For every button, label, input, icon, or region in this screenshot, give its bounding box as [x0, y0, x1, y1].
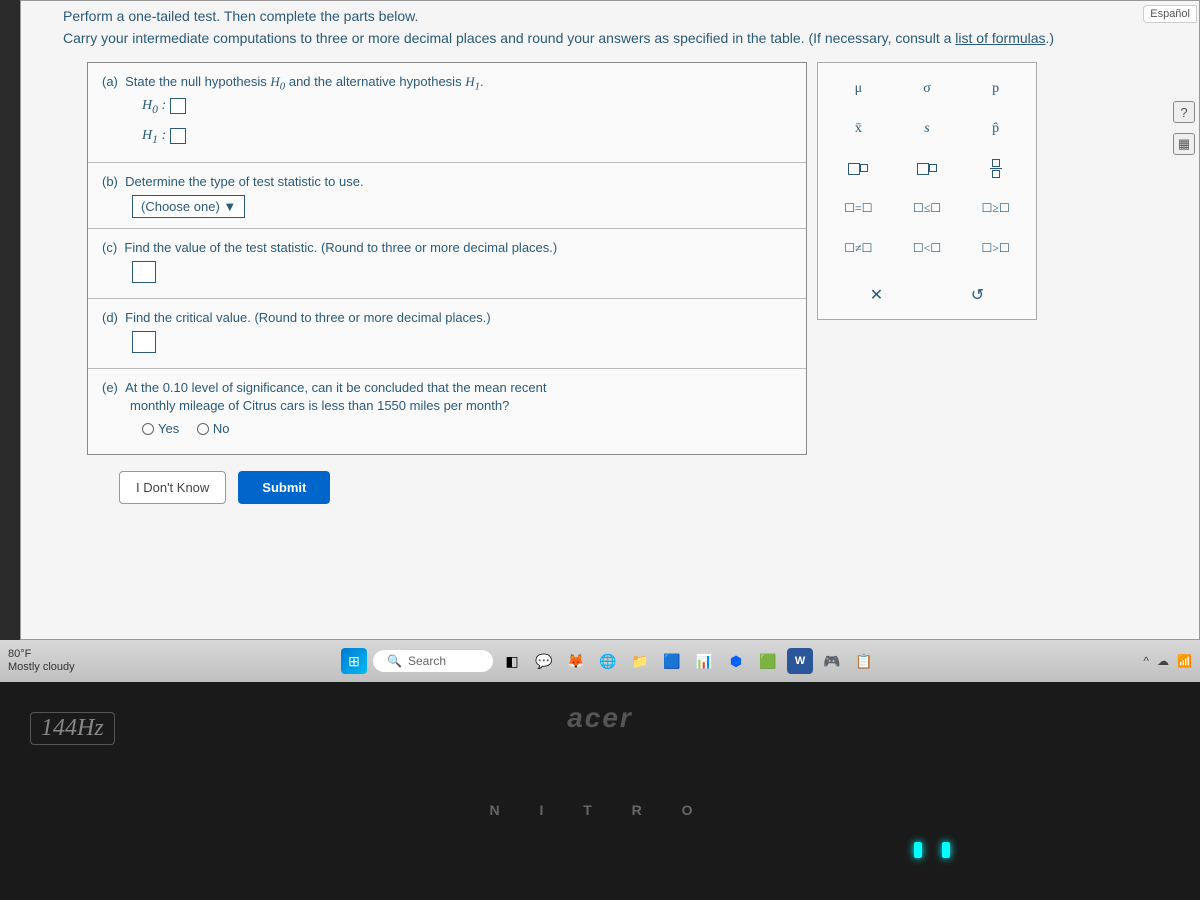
tb-edge[interactable]: 🌐 [595, 648, 621, 674]
acer-logo: acer [567, 702, 633, 734]
tb-firefox[interactable]: 🦊 [563, 648, 589, 674]
instruction-line-2: Carry your intermediate computations to … [63, 27, 1157, 49]
part-e-text1: At the 0.10 level of significance, can i… [125, 380, 546, 395]
symbol-palette: μ σ p x̄ s p̂ ☐=☐ ☐≤☐ ☐≥☐ ☐≠☐ ☐<☐ ☐>☐ [817, 62, 1037, 320]
submit-button[interactable]: Submit [238, 471, 330, 504]
instruction-text: Carry your intermediate computations to … [63, 30, 955, 46]
part-b-text: Determine the type of test statistic to … [125, 174, 363, 189]
h0-row: H0 : [102, 92, 792, 122]
help-icon[interactable]: ? [1173, 101, 1195, 123]
instructions-header: Perform a one-tailed test. Then complete… [21, 1, 1199, 62]
weather-cond: Mostly cloudy [8, 661, 75, 674]
nitro-text: N I T R O [489, 802, 710, 818]
pal-reset[interactable]: ↺ [927, 279, 1028, 311]
radio-no[interactable]: No [197, 421, 230, 436]
radio-yes[interactable]: Yes [142, 421, 179, 436]
tb-app2[interactable]: 📊 [691, 648, 717, 674]
pal-eq[interactable]: ☐=☐ [826, 191, 891, 227]
pal-subscript[interactable] [895, 151, 960, 187]
h1-row: H1 : [102, 122, 792, 152]
pal-fraction[interactable] [963, 151, 1028, 187]
side-toolbar: ? ▦ [1173, 101, 1195, 155]
pal-clear[interactable]: ✕ [826, 279, 927, 311]
tb-wifi-icon[interactable]: 📶 [1177, 654, 1192, 668]
hz-badge: 144Hz [30, 712, 115, 745]
tb-app5[interactable]: 📋 [851, 648, 877, 674]
pal-ge[interactable]: ☐≥☐ [963, 191, 1028, 227]
language-button[interactable]: Español [1143, 5, 1197, 23]
part-a-text2: and the alternative hypothesis [289, 74, 462, 89]
part-e-text2: monthly mileage of Citrus cars is less t… [102, 398, 509, 413]
pal-phat[interactable]: p̂ [963, 111, 1028, 147]
part-d: (d) Find the critical value. (Round to t… [88, 299, 806, 369]
pal-p[interactable]: p [963, 71, 1028, 107]
tb-cloud-icon[interactable]: ☁ [1157, 654, 1169, 668]
app-window: Español ? ▦ Perform a one-tailed test. T… [20, 0, 1200, 640]
test-statistic-dropdown[interactable]: (Choose one) ▼ [132, 195, 245, 218]
keyboard-lights [914, 842, 950, 858]
weather-widget[interactable]: 80°F Mostly cloudy [8, 648, 75, 674]
tb-word[interactable]: W [787, 648, 813, 674]
tb-app3[interactable]: 🟩 [755, 648, 781, 674]
windows-taskbar: 80°F Mostly cloudy ⊞ 🔍 Search ◧ 💬 🦊 🌐 📁 … [0, 640, 1200, 682]
part-c-label: (c) [102, 240, 117, 255]
pal-xbar[interactable]: x̄ [826, 111, 891, 147]
h1-input[interactable] [170, 128, 186, 144]
tb-tray-up[interactable]: ^ [1143, 654, 1149, 668]
tb-app1[interactable]: 🟦 [659, 648, 685, 674]
critical-value-input[interactable] [132, 331, 156, 353]
part-e-label: (e) [102, 380, 118, 395]
part-b: (b) Determine the type of test statistic… [88, 163, 806, 229]
tb-dropbox[interactable]: ⬢ [723, 648, 749, 674]
instruction-line-1: Perform a one-tailed test. Then complete… [63, 5, 1157, 27]
pal-s[interactable]: s [895, 111, 960, 147]
part-d-label: (d) [102, 310, 118, 325]
pal-ne[interactable]: ☐≠☐ [826, 231, 891, 267]
idk-button[interactable]: I Don't Know [119, 471, 226, 504]
tb-chat[interactable]: 💬 [531, 648, 557, 674]
pal-mu[interactable]: μ [826, 71, 891, 107]
part-e: (e) At the 0.10 level of significance, c… [88, 369, 806, 454]
pal-le[interactable]: ☐≤☐ [895, 191, 960, 227]
part-a-label: (a) [102, 74, 118, 89]
instruction-text-post: .) [1046, 30, 1055, 46]
tb-task-view[interactable]: ◧ [499, 648, 525, 674]
part-a-text1: State the null hypothesis [125, 74, 267, 89]
part-d-text: Find the critical value. (Round to three… [125, 310, 491, 325]
part-b-label: (b) [102, 174, 118, 189]
laptop-bezel: 144Hz acer N I T R O [0, 682, 1200, 900]
pal-lt[interactable]: ☐<☐ [895, 231, 960, 267]
weather-temp: 80°F [8, 648, 75, 661]
part-c: (c) Find the value of the test statistic… [88, 229, 806, 299]
pal-exponent[interactable] [826, 151, 891, 187]
formulas-link[interactable]: list of formulas [955, 30, 1045, 46]
part-c-text: Find the value of the test statistic. (R… [124, 240, 557, 255]
calculator-icon[interactable]: ▦ [1173, 133, 1195, 155]
start-button[interactable]: ⊞ [341, 648, 367, 674]
pal-sigma[interactable]: σ [895, 71, 960, 107]
test-statistic-input[interactable] [132, 261, 156, 283]
pal-gt[interactable]: ☐>☐ [963, 231, 1028, 267]
taskbar-search[interactable]: 🔍 Search [373, 650, 493, 672]
h0-input[interactable] [170, 98, 186, 114]
tb-explorer[interactable]: 📁 [627, 648, 653, 674]
part-a: (a) State the null hypothesis H0 and the… [88, 63, 806, 164]
question-panel: (a) State the null hypothesis H0 and the… [87, 62, 807, 455]
tb-app4[interactable]: 🎮 [819, 648, 845, 674]
